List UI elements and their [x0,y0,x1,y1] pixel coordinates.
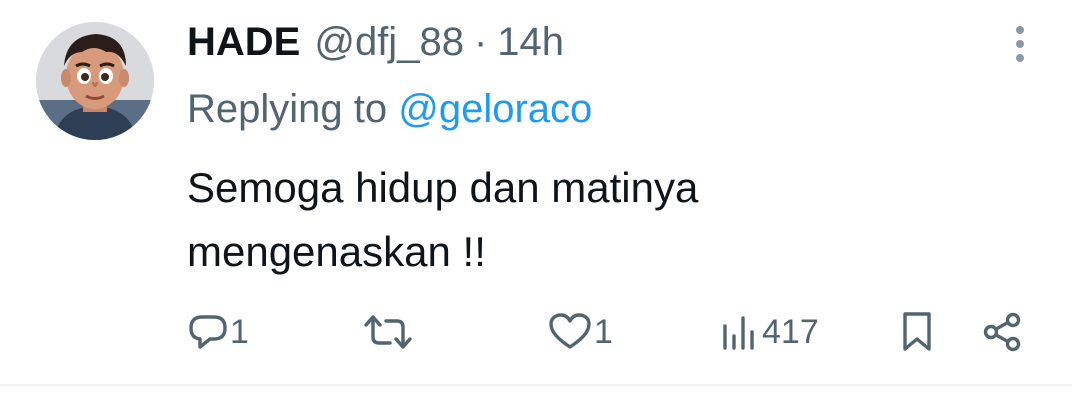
retweet-icon [364,315,412,349]
avatar-image [36,22,154,140]
bookmark-icon [903,312,931,351]
heart-icon [549,313,591,349]
action-bar: 1 1 417 [0,306,1072,358]
like-count: 1 [594,313,613,351]
retweet-button[interactable] [362,306,414,358]
timestamp[interactable]: 14h [497,14,564,70]
reply-button[interactable]: 1 [188,306,249,358]
reply-count: 1 [230,313,249,351]
tweet-text-line: Semoga hidup dan matinya [187,164,699,211]
share-button[interactable] [982,306,1022,358]
author-handle[interactable]: @dfj_88 [314,14,464,70]
share-icon [983,312,1021,352]
divider [0,384,1072,386]
like-button[interactable]: 1 [548,306,613,358]
bookmark-button[interactable] [900,306,934,358]
tweet: HADE @dfj_88 · 14h Replying to @geloraco… [0,0,1072,401]
views-button[interactable]: 417 [720,306,819,358]
replying-prefix: Replying to [187,87,388,131]
comment-bubble-icon [189,315,227,349]
more-options-button[interactable] [1006,22,1034,66]
replying-to: Replying to @geloraco [187,82,592,136]
tweet-text-line: mengenaskan !! [187,228,486,275]
replying-to-mention[interactable]: @geloraco [398,87,592,131]
views-count: 417 [762,313,819,351]
bar-chart-icon [723,316,754,350]
author-name[interactable]: HADE [187,14,300,70]
tweet-text: Semoga hidup dan matinya mengenaskan !! [187,156,967,284]
more-vertical-icon [1016,26,1024,62]
tweet-header: HADE @dfj_88 · 14h [187,14,564,70]
avatar[interactable] [36,22,154,140]
separator-dot: · [473,20,488,64]
